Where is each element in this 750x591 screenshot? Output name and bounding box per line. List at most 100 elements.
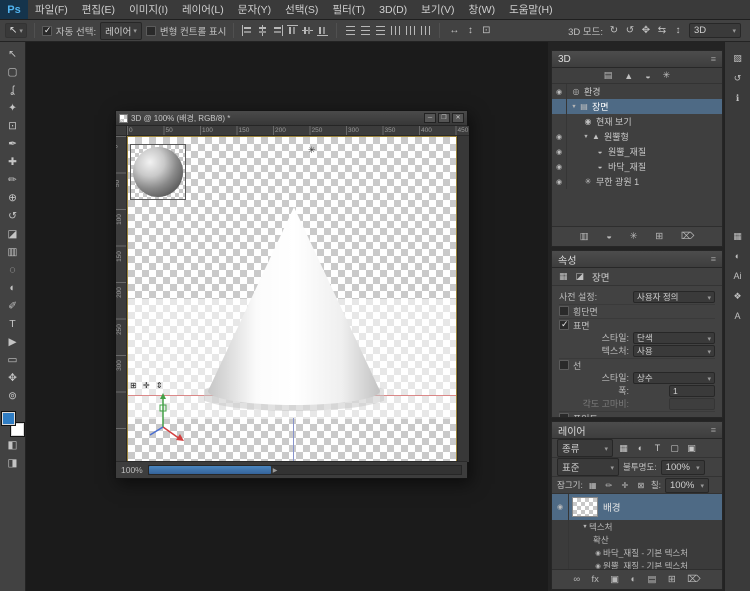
menu-item[interactable]: 도움말(H) — [502, 0, 560, 20]
distribute-bottom-edges-icon[interactable] — [374, 24, 387, 37]
filter-smart-objects-icon[interactable]: ▣ — [685, 443, 698, 454]
menu-item[interactable]: 문자(Y) — [231, 0, 278, 20]
crop-tool[interactable]: ⊡ — [1, 117, 25, 135]
3d-tree-row[interactable]: ◉ ◒ 원뿔_재질 — [552, 144, 722, 159]
auto-align-layers-icon[interactable]: ⊡ — [479, 25, 493, 36]
layer-visibility-eye-icon[interactable] — [552, 546, 569, 559]
cross-section-icon[interactable]: ◪ — [576, 271, 585, 282]
preset-dropdown[interactable]: 사용자 정의 — [633, 291, 715, 303]
distribute-vertical-spacing-icon[interactable]: ↕ — [463, 25, 477, 36]
type-tool[interactable]: T — [1, 315, 25, 333]
workspace-switcher[interactable]: 3D — [689, 23, 741, 38]
layer-visibility-eye-icon[interactable]: ◉ — [552, 494, 569, 520]
3d-slide-camera-icon[interactable]: ⇆ — [655, 25, 669, 36]
menu-item[interactable]: 레이어(L) — [175, 0, 231, 20]
panel-history-icon[interactable]: ↺ — [728, 70, 748, 86]
filter-whole-scene-icon[interactable]: ▤ — [604, 70, 613, 81]
lock-transparency-icon[interactable]: ▦ — [587, 481, 599, 490]
visibility-eye-icon[interactable]: ◉ — [552, 84, 567, 99]
align-bottom-edges-icon[interactable] — [316, 24, 329, 37]
distribute-top-edges-icon[interactable] — [344, 24, 357, 37]
blend-mode-dropdown[interactable]: 표준 — [557, 458, 619, 476]
layer-row[interactable]: ◉ 바닥_재질 - 기본 텍스처 — [552, 546, 722, 559]
disclosure-triangle-icon[interactable]: ▼ — [570, 104, 578, 110]
texture-visibility-eye-icon[interactable]: ◉ — [593, 549, 603, 557]
filter-kind-dropdown[interactable]: 종류 — [557, 439, 613, 457]
filter-type-layers-icon[interactable]: T — [651, 443, 664, 453]
lock-pixels-icon[interactable]: ✏ — [603, 481, 615, 490]
filter-materials-icon[interactable]: ◒ — [645, 71, 650, 81]
panel-menu-icon[interactable]: ≡ — [711, 54, 716, 64]
texture-dropdown[interactable]: 사용 — [633, 345, 715, 357]
zoom-level[interactable]: 100% — [121, 465, 143, 475]
marquee-tool[interactable]: ▢ — [1, 63, 25, 81]
lines-checkbox[interactable] — [559, 360, 569, 370]
new-material-icon[interactable]: ◒ — [606, 231, 612, 242]
blur-tool[interactable]: ◌ — [1, 261, 25, 279]
layer-row[interactable]: ◉ 배경 — [552, 494, 722, 520]
layer-visibility-eye-icon[interactable] — [552, 533, 569, 546]
properties-panel-header[interactable]: 속성 ≡ — [552, 251, 722, 268]
color-swatches[interactable] — [2, 412, 24, 436]
horizontal-scrollbar[interactable]: ▶ — [148, 465, 462, 475]
filter-lights-icon[interactable]: ✳ — [663, 70, 671, 81]
points-checkbox[interactable] — [559, 413, 569, 417]
scroll-right-arrow-icon[interactable]: ▶ — [273, 467, 278, 474]
brush-tool[interactable]: ✏ — [1, 171, 25, 189]
layer-style-icon[interactable]: fx — [591, 574, 598, 585]
3d-tree-row[interactable]: ◉ ▼ ▲ 원뿔형 — [552, 129, 722, 144]
hand-tool[interactable]: ✥ — [1, 369, 25, 387]
scene-properties-icon[interactable]: ▦ — [559, 271, 568, 282]
new-adjustment-layer-icon[interactable]: ◐ — [630, 574, 636, 585]
visibility-eye-icon[interactable] — [552, 114, 567, 129]
surface-style-dropdown[interactable]: 단색 — [633, 332, 715, 344]
eraser-tool[interactable]: ◪ — [1, 225, 25, 243]
panel-navigator-icon[interactable]: ▧ — [728, 50, 748, 66]
3d-panel-header[interactable]: 3D ≡ — [552, 51, 722, 68]
layer-row[interactable]: ▼ 텍스처 — [552, 520, 722, 533]
close-button[interactable]: ✕ — [452, 113, 464, 123]
minimize-button[interactable]: ─ — [424, 113, 436, 123]
panel-styles-icon[interactable]: ❖ — [728, 288, 748, 304]
menu-item[interactable]: 창(W) — [462, 0, 503, 20]
3d-tree-row[interactable]: ◉ ◒ 바닥_재질 — [552, 159, 722, 174]
render-settings-icon[interactable]: ▥ — [580, 231, 589, 242]
align-left-edges-icon[interactable] — [241, 24, 254, 37]
align-horizontal-centers-icon[interactable] — [256, 24, 269, 37]
layer-row[interactable]: 확산 — [552, 533, 722, 546]
delete-layer-icon[interactable]: ⌦ — [687, 574, 700, 585]
3d-roll-camera-icon[interactable]: ↺ — [623, 25, 637, 36]
ground-plane-controls[interactable]: ⊞ ✛ ⇕ — [130, 381, 165, 390]
distribute-left-edges-icon[interactable] — [389, 24, 402, 37]
distribute-horizontal-spacing-icon[interactable]: ↔ — [447, 25, 461, 36]
transform-controls-checkbox[interactable] — [146, 26, 156, 36]
line-width-field[interactable]: 1 — [669, 385, 715, 397]
quick-selection-tool[interactable]: ✦ — [1, 99, 25, 117]
ruler-horizontal[interactable]: 050100150200250300350400450 — [127, 126, 469, 136]
menu-item[interactable]: 필터(T) — [325, 0, 372, 20]
disclosure-triangle-icon[interactable]: ▼ — [581, 524, 589, 530]
history-brush-tool[interactable]: ↺ — [1, 207, 25, 225]
angle-threshold-field[interactable] — [669, 398, 715, 410]
filter-pixel-layers-icon[interactable]: ▦ — [617, 443, 630, 454]
3d-tree-row[interactable]: ◉ ✳ 무한 광원 1 — [552, 174, 722, 189]
new-item-icon[interactable]: ⊞ — [655, 231, 663, 242]
add-layer-mask-icon[interactable]: ▣ — [610, 574, 619, 585]
panel-info-icon[interactable]: ℹ — [728, 90, 748, 106]
3d-pan-camera-icon[interactable]: ✥ — [639, 25, 653, 36]
healing-brush-tool[interactable]: ✚ — [1, 153, 25, 171]
canvas[interactable]: ✳ ⊞ ✛ ⇕ — [127, 136, 457, 462]
menu-item[interactable]: 편집(E) — [75, 0, 122, 20]
ruler-vertical[interactable]: 050100150200250300 — [116, 136, 127, 462]
opacity-dropdown[interactable]: 100% — [661, 460, 705, 475]
cross-section-checkbox[interactable] — [559, 306, 569, 316]
menu-item[interactable]: 이미지(I) — [122, 0, 175, 20]
new-layer-icon[interactable]: ⊞ — [668, 574, 676, 585]
new-group-icon[interactable]: ▤ — [648, 574, 657, 585]
zoom-tool[interactable]: ⊚ — [1, 387, 25, 405]
new-light-icon[interactable]: ✳ — [630, 231, 638, 242]
delete-item-icon[interactable]: ⌦ — [681, 231, 694, 242]
distribute-horizontal-centers-icon[interactable] — [404, 24, 417, 37]
line-style-dropdown[interactable]: 상수 — [633, 372, 715, 384]
quick-mask-button[interactable]: ◧ — [1, 436, 25, 454]
